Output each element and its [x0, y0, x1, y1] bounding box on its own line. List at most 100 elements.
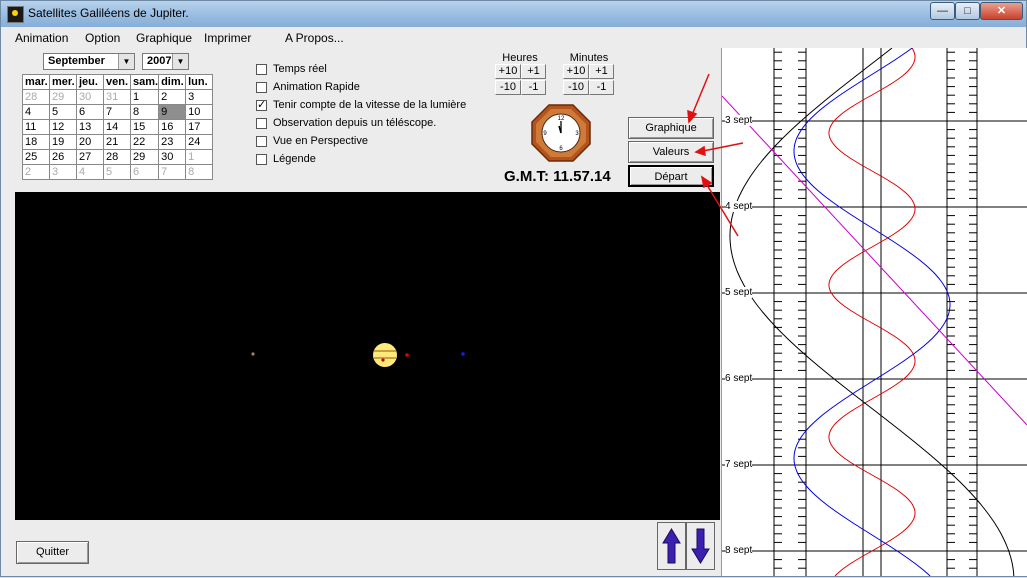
app-window: Satellites Galiléens de Jupiter. — □ ✕ A…	[0, 0, 1027, 577]
calendar-day[interactable]: 27	[76, 149, 104, 165]
scroll-down-button[interactable]	[686, 522, 715, 570]
ganymede-curve	[722, 95, 1027, 426]
calendar-day[interactable]: 12	[49, 119, 77, 135]
calendar-day[interactable]: 19	[49, 134, 77, 150]
calendar-day[interactable]: 1	[129, 89, 160, 105]
calendar-day[interactable]: 7	[158, 164, 187, 180]
calendar-day[interactable]: 20	[76, 134, 104, 150]
chevron-down-icon: ▼	[172, 54, 188, 69]
option-label: Légende	[273, 153, 316, 165]
minutes-minus1-button[interactable]: -1	[589, 80, 614, 95]
year-select[interactable]: 2007 ▼	[142, 53, 189, 70]
calendar-day[interactable]: 15	[129, 119, 160, 135]
calendar-day[interactable]: 11	[22, 119, 50, 135]
month-select[interactable]: September ▼	[43, 53, 135, 70]
calendar-day[interactable]: 8	[185, 164, 214, 180]
calendar-day[interactable]: 2	[22, 164, 50, 180]
menu-bar: Animation Option Graphique Imprimer A Pr…	[1, 28, 721, 48]
arrow-down-icon	[691, 528, 710, 564]
clock-icon: 12 3 6 9	[531, 104, 591, 162]
hours-plus1-button[interactable]: +1	[521, 64, 546, 79]
calendar-day[interactable]: 4	[22, 104, 50, 120]
option-checkbox[interactable]	[256, 118, 267, 129]
calendar-day[interactable]: 3	[185, 89, 214, 105]
io-curve	[828, 48, 916, 576]
calendar-day[interactable]: 29	[49, 89, 77, 105]
calendar-day[interactable]: 28	[103, 149, 131, 165]
option-label: Tenir compte de la vitesse de la lumière	[273, 99, 467, 111]
orbit-graph-canvas	[722, 48, 1027, 576]
option-checkbox[interactable]	[256, 82, 267, 93]
calendar-day[interactable]: 21	[103, 134, 131, 150]
menu-a-propos[interactable]: A Propos...	[285, 31, 344, 45]
calendar-day[interactable]: 23	[158, 134, 187, 150]
app-icon	[7, 6, 24, 23]
calendar-day[interactable]: 29	[129, 149, 160, 165]
option-checkbox[interactable]	[256, 154, 267, 165]
minutes-minus10-button[interactable]: -10	[563, 80, 589, 95]
calendar-day[interactable]: 18	[22, 134, 50, 150]
menu-graphique[interactable]: Graphique	[136, 31, 192, 45]
calendar-day[interactable]: 26	[49, 149, 77, 165]
calendar-day[interactable]: 30	[158, 149, 187, 165]
title-bar[interactable]: Satellites Galiléens de Jupiter. — □ ✕	[1, 1, 1026, 27]
option-label: Temps réel	[273, 63, 327, 75]
calendar-day[interactable]: 3	[49, 164, 77, 180]
hours-plus10-button[interactable]: +10	[495, 64, 521, 79]
moon-europa	[461, 352, 465, 356]
calendar-day[interactable]: 22	[129, 134, 160, 150]
calendar-day[interactable]: 8	[129, 104, 160, 120]
scroll-up-button[interactable]	[657, 522, 686, 570]
calendar-day[interactable]: 25	[22, 149, 50, 165]
hours-label: Heures	[502, 52, 538, 64]
calendar-day[interactable]: 14	[103, 119, 131, 135]
option-checkbox[interactable]	[256, 136, 267, 147]
calendar-day[interactable]: 1	[185, 149, 214, 165]
graph-date-label: 7 sept	[725, 459, 753, 470]
calendar-day[interactable]: 5	[103, 164, 131, 180]
calendar-header: mar.	[22, 74, 50, 90]
calendar-day[interactable]: 13	[76, 119, 104, 135]
gmt-readout: G.M.T: 11.57.14	[504, 168, 611, 185]
maximize-button[interactable]: □	[955, 2, 980, 20]
menu-option[interactable]: Option	[85, 31, 120, 45]
depart-button[interactable]: Départ	[628, 165, 714, 187]
calendar-day[interactable]: 4	[76, 164, 104, 180]
hours-minus10-button[interactable]: -10	[495, 80, 521, 95]
minutes-label: Minutes	[569, 52, 609, 64]
menu-imprimer[interactable]: Imprimer	[204, 31, 251, 45]
calendar-day[interactable]: 6	[76, 104, 104, 120]
minutes-plus1-button[interactable]: +1	[589, 64, 614, 79]
graph-date-label: 5 sept	[725, 287, 753, 298]
close-button[interactable]: ✕	[980, 2, 1023, 20]
valeurs-button[interactable]: Valeurs	[628, 141, 714, 163]
option-checkbox[interactable]: ✓	[256, 100, 267, 111]
calendar-day[interactable]: 2	[158, 89, 187, 105]
calendar-day[interactable]: 24	[185, 134, 214, 150]
calendar-day[interactable]: 6	[129, 164, 160, 180]
menu-animation[interactable]: Animation	[15, 31, 68, 45]
option-checkbox[interactable]	[256, 64, 267, 75]
orbit-graph: 3 sept 4 sept 5 sept 6 sept 7 sept 8 sept	[721, 48, 1027, 576]
quit-button[interactable]: Quitter	[16, 541, 89, 564]
calendar-day[interactable]: 5	[49, 104, 77, 120]
calendar-day[interactable]: 10	[185, 104, 214, 120]
calendar-header: lun.	[185, 74, 214, 90]
graph-date-label: 8 sept	[725, 545, 753, 556]
minutes-plus10-button[interactable]: +10	[563, 64, 589, 79]
calendar-header: ven.	[103, 74, 131, 90]
calendar-header: mer.	[49, 74, 77, 90]
calendar-day[interactable]: 16	[158, 119, 187, 135]
calendar-day[interactable]: 31	[103, 89, 131, 105]
hours-minus1-button[interactable]: -1	[521, 80, 546, 95]
minimize-button[interactable]: —	[930, 2, 955, 20]
option-label: Observation depuis un téléscope.	[273, 117, 437, 129]
calendar-day[interactable]: 7	[103, 104, 131, 120]
month-value: September	[48, 55, 105, 67]
calendar-header: jeu.	[76, 74, 104, 90]
calendar-day[interactable]: 28	[22, 89, 50, 105]
calendar-day[interactable]: 17	[185, 119, 214, 135]
calendar-day[interactable]: 30	[76, 89, 104, 105]
graphique-button[interactable]: Graphique	[628, 117, 714, 139]
calendar-day[interactable]: 9	[158, 104, 187, 120]
